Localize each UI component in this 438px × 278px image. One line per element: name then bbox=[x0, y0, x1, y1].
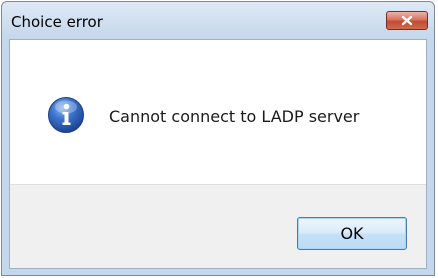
button-bar: OK bbox=[10, 184, 426, 268]
dialog-client-area: Cannot connect to LADP server OK bbox=[9, 39, 427, 269]
error-message: Cannot connect to LADP server bbox=[109, 107, 360, 126]
close-button[interactable] bbox=[386, 11, 428, 30]
message-area: Cannot connect to LADP server bbox=[10, 40, 426, 184]
ok-button[interactable]: OK bbox=[297, 217, 407, 250]
dialog-title: Choice error bbox=[11, 13, 103, 31]
close-icon bbox=[400, 15, 414, 26]
dialog-window: Choice error Cannot connect to LADP serv… bbox=[1, 1, 435, 276]
title-bar[interactable]: Choice error bbox=[2, 2, 434, 39]
info-icon bbox=[47, 96, 85, 134]
